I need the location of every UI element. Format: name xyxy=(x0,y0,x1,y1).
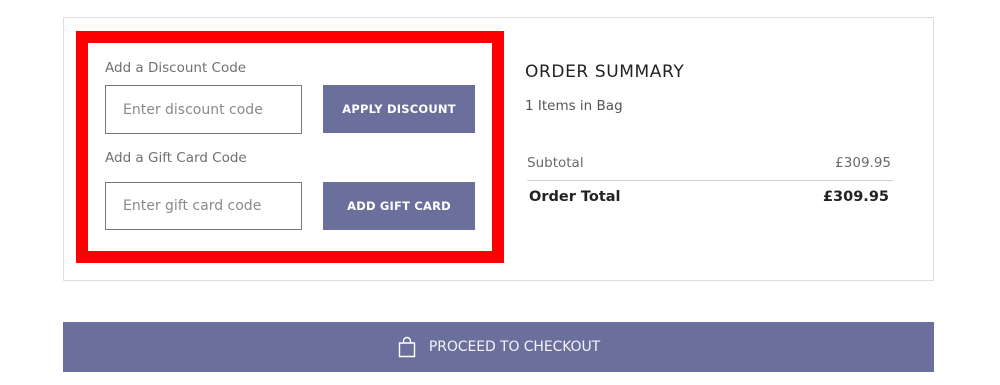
order-summary-title: ORDER SUMMARY xyxy=(525,62,685,82)
order-total-label: Order Total xyxy=(529,189,621,205)
proceed-to-checkout-button[interactable]: PROCEED TO CHECKOUT xyxy=(63,322,934,372)
gift-card-code-label: Add a Gift Card Code xyxy=(105,150,247,166)
items-in-bag-count: 1 Items in Bag xyxy=(525,98,623,114)
gift-card-code-input[interactable] xyxy=(105,182,302,230)
discount-code-input[interactable] xyxy=(105,85,302,134)
apply-discount-button[interactable]: APPLY DISCOUNT xyxy=(323,85,475,133)
discount-code-label: Add a Discount Code xyxy=(105,60,247,76)
order-total-value: £309.95 xyxy=(822,189,889,205)
summary-divider xyxy=(527,180,893,181)
order-total-row: Order Total £309.95 xyxy=(527,185,893,209)
subtotal-row: Subtotal £309.95 xyxy=(527,152,893,174)
checkout-button-label: PROCEED TO CHECKOUT xyxy=(428,339,601,355)
subtotal-label: Subtotal xyxy=(527,155,584,171)
add-gift-card-button[interactable]: ADD GIFT CARD xyxy=(323,182,475,230)
subtotal-value: £309.95 xyxy=(835,155,891,171)
shopping-bag-icon xyxy=(397,336,417,358)
